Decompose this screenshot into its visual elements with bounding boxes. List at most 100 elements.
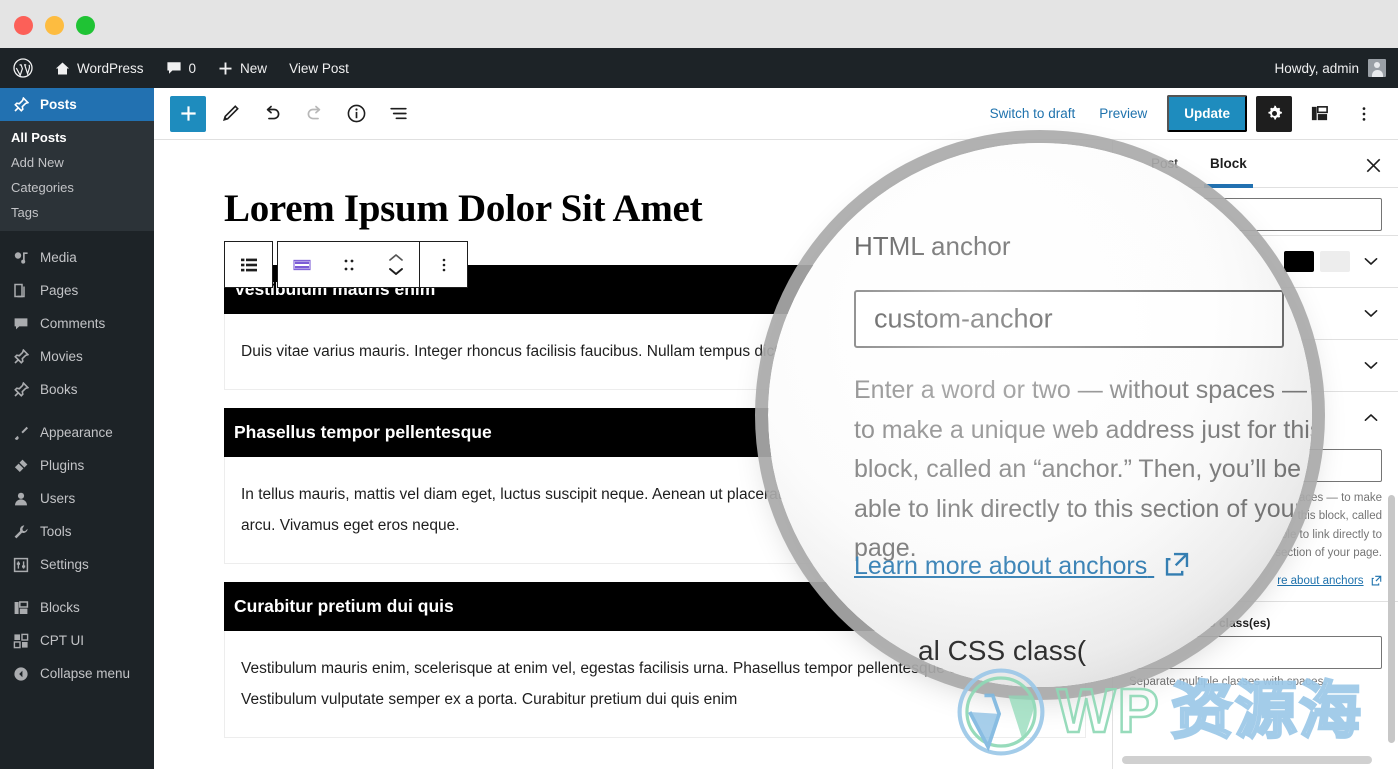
sidebar-item-appearance[interactable]: Appearance: [0, 416, 154, 449]
brush-icon: [11, 423, 30, 442]
admin-bar-comment-count: 0: [188, 60, 197, 76]
comment-icon: [11, 314, 30, 333]
block-type-button[interactable]: [225, 242, 272, 287]
list-view-button[interactable]: [380, 96, 416, 132]
window-traffic-lights: [14, 16, 95, 35]
kebab-menu-icon: [442, 258, 445, 271]
admin-bar-comments[interactable]: 0: [155, 48, 208, 88]
sidebar-item-plugins[interactable]: Plugins: [0, 449, 154, 482]
settings-toggle-button[interactable]: [1256, 95, 1292, 132]
more-options-button[interactable]: [1346, 96, 1382, 132]
admin-bar-wp-logo[interactable]: [0, 48, 44, 88]
color-swatch-light[interactable]: [1320, 251, 1350, 272]
sidebar-divider: [0, 231, 154, 241]
kebab-menu-icon: [1362, 106, 1366, 121]
sidebar-item-label: Posts: [40, 97, 77, 112]
align-icon: [292, 259, 311, 270]
chevron-down-icon[interactable]: [1360, 303, 1382, 325]
admin-bar-howdy-label: Howdy, admin: [1274, 60, 1359, 76]
drag-handle-icon: [344, 259, 353, 270]
sidebar-item-pages[interactable]: Pages: [0, 274, 154, 307]
window-maximize-button[interactable]: [76, 16, 95, 35]
sidebar-item-cpt-ui[interactable]: CPT UI: [0, 624, 154, 657]
plug-icon: [11, 456, 30, 475]
sliders-icon: [11, 555, 30, 574]
editor-header-left: [170, 95, 416, 132]
details-info-button[interactable]: [338, 96, 374, 132]
comment-bubble-icon: [166, 62, 181, 74]
sidebar-divider: [0, 581, 154, 591]
sidebar-item-collapse-menu[interactable]: Collapse menu: [0, 657, 154, 690]
sidebar-item-label: Media: [40, 250, 77, 265]
admin-bar-view-post-label: View Post: [289, 60, 349, 76]
chevron-down-icon[interactable]: [1360, 251, 1382, 273]
sidebar-item-label: Appearance: [40, 425, 113, 440]
undo-button[interactable]: [254, 96, 290, 132]
block-type-group: [224, 241, 273, 288]
magnified-learn-more-link[interactable]: Learn more about anchors: [854, 551, 1190, 584]
list-view-icon: [389, 107, 407, 120]
editor-header: Switch to draft Preview Update: [154, 88, 1398, 140]
magnifier-lens: ced HTML anchor custom-anchor Enter a wo…: [768, 143, 1312, 687]
sidebar-item-books[interactable]: Books: [0, 373, 154, 406]
undo-icon: [266, 105, 279, 120]
sidebar-subitem-add-new[interactable]: Add New: [0, 150, 154, 175]
sidebar-item-label: Users: [40, 491, 76, 506]
sidebar-item-label: Books: [40, 382, 78, 397]
tools-pencil-button[interactable]: [212, 96, 248, 132]
sidebar-item-label: CPT UI: [40, 633, 85, 648]
grid-icon: [11, 631, 30, 650]
wrench-icon: [11, 522, 30, 541]
sidebar-subitem-all-posts[interactable]: All Posts: [0, 125, 154, 150]
sidebar-item-movies[interactable]: Movies: [0, 340, 154, 373]
sidebar-item-label: Pages: [40, 283, 79, 298]
external-link-icon: [1371, 573, 1382, 591]
update-button[interactable]: Update: [1167, 95, 1247, 132]
sidebar-item-label: Comments: [40, 316, 106, 331]
panel-vertical-scrollbar[interactable]: [1388, 495, 1395, 743]
sidebar-subitem-categories[interactable]: Categories: [0, 175, 154, 200]
home-icon: [55, 62, 70, 74]
move-block-buttons: [372, 242, 419, 287]
magnified-html-anchor-label: HTML anchor: [854, 231, 1011, 261]
sidebar-item-blocks[interactable]: Blocks: [0, 591, 154, 624]
chevron-up-icon[interactable]: [388, 253, 404, 262]
window-minimize-button[interactable]: [45, 16, 64, 35]
sidebar-item-users[interactable]: Users: [0, 482, 154, 515]
preview-button[interactable]: Preview: [1089, 100, 1157, 127]
block-options-button[interactable]: [420, 242, 467, 287]
redo-button[interactable]: [296, 96, 332, 132]
collapse-icon: [11, 664, 30, 683]
drag-handle-button[interactable]: [325, 242, 372, 287]
patterns-button[interactable]: [1301, 96, 1337, 132]
chevron-down-icon[interactable]: [1360, 355, 1382, 377]
sidebar-subitem-tags[interactable]: Tags: [0, 200, 154, 225]
sidebar-item-label: Plugins: [40, 458, 85, 473]
window-titlebar: [0, 0, 1398, 48]
admin-bar-site-name[interactable]: WordPress: [44, 48, 155, 88]
add-block-button[interactable]: [170, 95, 206, 132]
admin-bar-account[interactable]: Howdy, admin: [1274, 59, 1398, 77]
wp-admin-bar: WordPress 0 New View Post Howdy, admin: [0, 48, 1398, 88]
sidebar-item-settings[interactable]: Settings: [0, 548, 154, 581]
magnified-css-classes-label: al CSS class(: [918, 635, 1087, 666]
align-button[interactable]: [278, 242, 325, 287]
sidebar-item-posts[interactable]: Posts: [0, 88, 154, 121]
sidebar-item-media[interactable]: Media: [0, 241, 154, 274]
chevron-up-icon[interactable]: [1360, 407, 1382, 429]
sidebar-item-comments[interactable]: Comments: [0, 307, 154, 340]
pencil-icon: [223, 104, 239, 121]
admin-bar-view-post[interactable]: View Post: [278, 48, 360, 88]
admin-bar-new[interactable]: New: [207, 48, 278, 88]
watermark-text-latin: WP: [1056, 677, 1161, 746]
magnified-html-anchor-input[interactable]: custom-anchor: [854, 290, 1284, 348]
sidebar-item-tools[interactable]: Tools: [0, 515, 154, 548]
switch-to-draft-button[interactable]: Switch to draft: [980, 100, 1086, 127]
chevron-down-icon[interactable]: [388, 267, 404, 276]
pin-icon: [11, 380, 30, 399]
panel-close-button[interactable]: [1362, 154, 1384, 176]
window-close-button[interactable]: [14, 16, 33, 35]
info-icon: [347, 104, 365, 123]
plus-icon: [219, 62, 232, 74]
user-icon: [11, 489, 30, 508]
